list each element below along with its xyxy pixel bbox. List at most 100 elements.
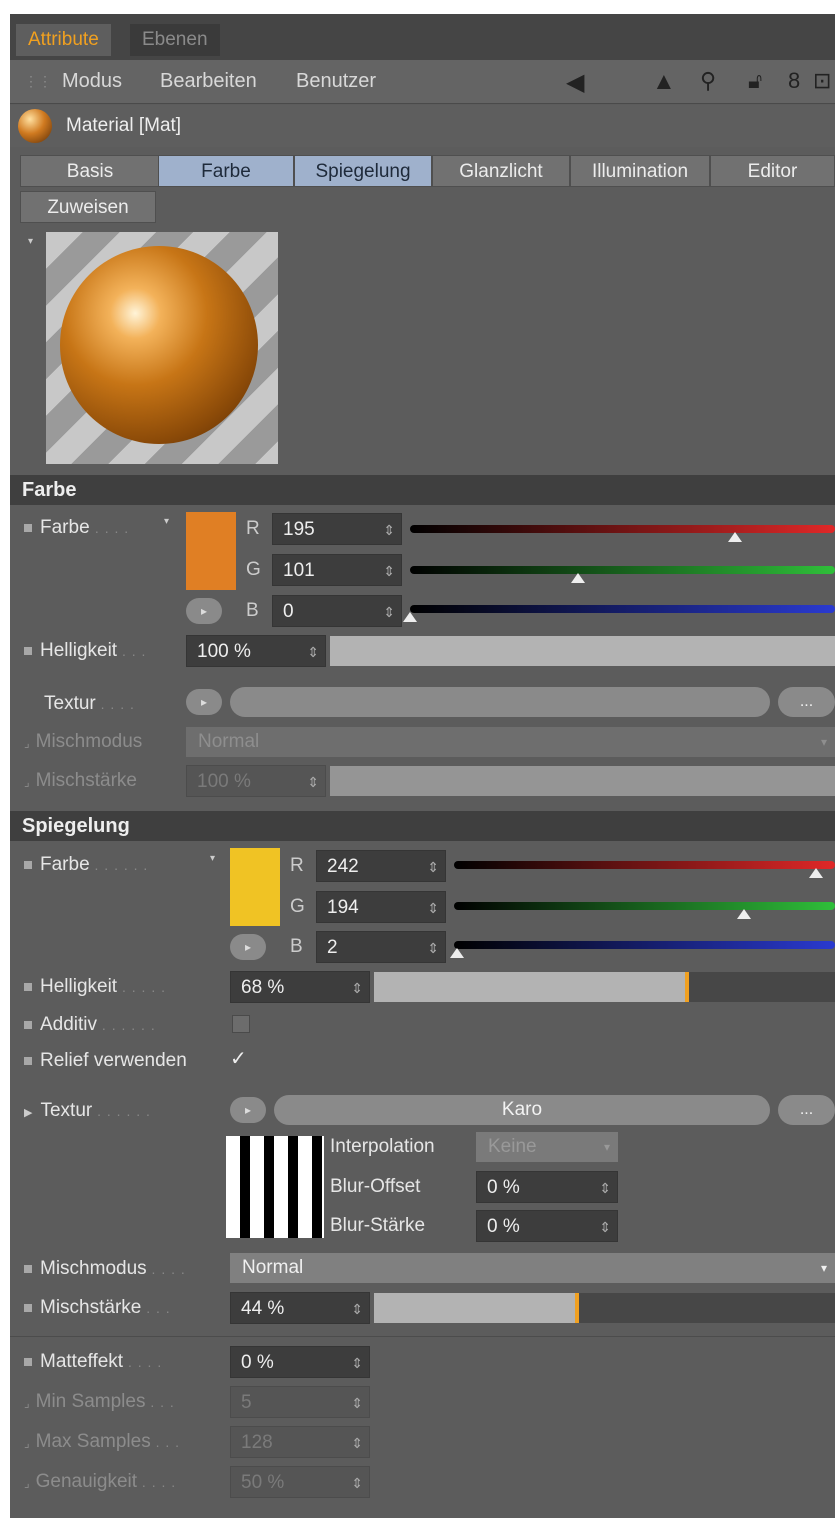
blur-strength-field[interactable]: 0 % ⇕: [476, 1210, 618, 1242]
tab-zuweisen[interactable]: Zuweisen: [20, 191, 156, 223]
farbe-color-menu-icon[interactable]: ▾: [164, 516, 169, 527]
interpolation-dropdown[interactable]: Keine ▾: [476, 1132, 618, 1162]
tab-farbe[interactable]: Farbe: [158, 155, 294, 187]
farbe-mixmode-label: ⌟ Mischmodus: [24, 731, 143, 752]
spiegelung-brightness-field[interactable]: 68 % ⇕: [230, 971, 370, 1003]
farbe-brightness-field[interactable]: 100 % ⇕: [186, 635, 326, 667]
matte-field[interactable]: 0 % ⇕: [230, 1346, 370, 1378]
max-samples-label: ⌟ Max Samples . . .: [24, 1431, 181, 1452]
farbe-b-label: B: [246, 600, 259, 621]
tab-glanzlicht[interactable]: Glanzlicht: [432, 155, 570, 187]
blur-offset-label: Blur-Offset: [330, 1176, 421, 1197]
spiegelung-b-field[interactable]: 2 ⇕: [316, 931, 446, 963]
spiegelung-r-slider[interactable]: [454, 861, 835, 869]
spiegelung-g-field[interactable]: 194 ⇕: [316, 891, 446, 923]
back-arrow-icon[interactable]: ◀: [566, 68, 584, 97]
tab-ebenen[interactable]: Ebenen: [130, 24, 220, 56]
material-title: Material [Mat]: [66, 115, 182, 136]
spiegelung-g-knob[interactable]: [736, 909, 751, 919]
spiegelung-g-slider[interactable]: [454, 902, 835, 910]
farbe-r-label: R: [246, 518, 260, 539]
spiegelung-additive-checkbox[interactable]: [232, 1015, 250, 1033]
tab-attribute[interactable]: Attribute: [16, 24, 111, 56]
spiegelung-b-label: B: [290, 936, 303, 957]
tab-editor[interactable]: Editor: [710, 155, 835, 187]
farbe-r-field[interactable]: 195 ⇕: [272, 513, 402, 545]
accuracy-label: ⌟ Genauigkeit . . . .: [24, 1471, 177, 1492]
tab-illumination[interactable]: Illumination: [570, 155, 710, 187]
spiegelung-r-field[interactable]: 242 ⇕: [316, 850, 446, 882]
farbe-r-slider[interactable]: [410, 525, 835, 533]
farbe-color-swatch[interactable]: [186, 512, 236, 590]
grip-icon: ⋮⋮: [24, 73, 52, 89]
lock-icon[interactable]: 🔓︎: [748, 68, 762, 94]
farbe-g-field[interactable]: 101 ⇕: [272, 554, 402, 586]
menu-bar: ⋮⋮ Modus Bearbeiten Benutzer ◀ ▲ ⚲ 🔓︎ 8 …: [10, 60, 835, 104]
section-farbe: Farbe: [10, 475, 835, 505]
link-icon[interactable]: 8: [788, 68, 800, 94]
section-divider: [10, 1336, 835, 1337]
farbe-b-knob[interactable]: [403, 612, 417, 622]
farbe-texture-label: Textur . . . .: [44, 693, 135, 714]
spiegelung-color-menu-icon[interactable]: ▾: [210, 853, 215, 864]
farbe-brightness-slider[interactable]: [330, 636, 835, 666]
spiegelung-texture-menu-button[interactable]: ▸: [230, 1097, 266, 1123]
min-samples-field[interactable]: 5 ⇕: [230, 1386, 370, 1418]
section-spiegelung: Spiegelung: [10, 811, 835, 841]
spiegelung-texture-slot[interactable]: Karo: [274, 1095, 770, 1125]
texture-thumbnail[interactable]: [226, 1136, 324, 1238]
tab-basis[interactable]: Basis: [20, 155, 160, 187]
spiegelung-r-label: R: [290, 855, 304, 876]
farbe-texture-slot[interactable]: [230, 687, 770, 717]
spiegelung-mixstrength-field[interactable]: 44 % ⇕: [230, 1292, 370, 1324]
preview-menu-arrow-icon[interactable]: ▾: [28, 236, 33, 247]
menu-bearbeiten[interactable]: Bearbeiten: [160, 70, 257, 93]
manager-tab-bar: Attribute Ebenen: [10, 14, 835, 60]
spiegelung-texture-browse-button[interactable]: ...: [778, 1095, 835, 1125]
farbe-g-knob[interactable]: [571, 573, 586, 583]
spiegelung-brightness-slider[interactable]: [374, 972, 835, 1002]
spiegelung-b-slider[interactable]: [454, 941, 835, 949]
spiegelung-brightness-label: Helligkeit . . . . .: [24, 976, 166, 998]
farbe-color-mode-button[interactable]: ▸: [186, 598, 222, 624]
spiegelung-additive-label: Additiv . . . . . .: [24, 1014, 156, 1036]
farbe-texture-menu-button[interactable]: ▸: [186, 689, 222, 715]
min-samples-label: ⌟ Min Samples . . .: [24, 1391, 175, 1412]
farbe-mixmode-dropdown[interactable]: Normal ▾: [186, 727, 835, 757]
farbe-g-slider[interactable]: [410, 566, 835, 574]
spiegelung-color-swatch[interactable]: [230, 848, 280, 926]
spiegelung-relief-checkbox[interactable]: ✓: [230, 1046, 250, 1070]
blur-offset-field[interactable]: 0 % ⇕: [476, 1171, 618, 1203]
sphere-icon: [60, 246, 258, 444]
farbe-mixstrength-label: ⌟ Mischstärke: [24, 770, 137, 791]
menu-modus[interactable]: Modus: [62, 70, 122, 93]
material-icon: [18, 109, 52, 143]
farbe-brightness-label: Helligkeit . . .: [24, 640, 146, 662]
interpolation-label: Interpolation: [330, 1136, 435, 1157]
tab-spiegelung[interactable]: Spiegelung: [294, 155, 432, 187]
farbe-color-label: Farbe . . . .: [24, 517, 129, 539]
farbe-b-field[interactable]: 0 ⇕: [272, 595, 402, 627]
accuracy-field[interactable]: 50 % ⇕: [230, 1466, 370, 1498]
new-panel-icon[interactable]: ⊡: [813, 68, 831, 94]
matte-label: Matteffekt . . . .: [24, 1351, 162, 1373]
spiegelung-r-knob[interactable]: [808, 868, 823, 878]
spiegelung-mixmode-dropdown[interactable]: Normal ▾: [230, 1253, 835, 1283]
farbe-texture-browse-button[interactable]: ...: [778, 687, 835, 717]
spiegelung-mixstrength-label: Mischstärke . . .: [24, 1297, 171, 1319]
farbe-mixstrength-slider[interactable]: [330, 766, 835, 796]
spiegelung-mixstrength-slider[interactable]: [374, 1293, 835, 1323]
spiegelung-mixmode-label: Mischmodus . . . .: [24, 1258, 186, 1280]
spiegelung-b-knob[interactable]: [450, 948, 465, 958]
max-samples-field[interactable]: 128 ⇕: [230, 1426, 370, 1458]
menu-benutzer[interactable]: Benutzer: [296, 70, 376, 93]
farbe-r-knob[interactable]: [728, 532, 743, 542]
spiegelung-color-label: Farbe . . . . . .: [24, 854, 148, 876]
farbe-mixstrength-field[interactable]: 100 % ⇕: [186, 765, 326, 797]
farbe-b-slider[interactable]: [410, 605, 835, 613]
material-preview[interactable]: [46, 232, 278, 464]
spiegelung-color-mode-button[interactable]: ▸: [230, 934, 266, 960]
blur-strength-label: Blur-Stärke: [330, 1215, 426, 1236]
up-arrow-icon[interactable]: ▲: [652, 68, 676, 96]
search-icon[interactable]: ⚲: [700, 68, 716, 94]
